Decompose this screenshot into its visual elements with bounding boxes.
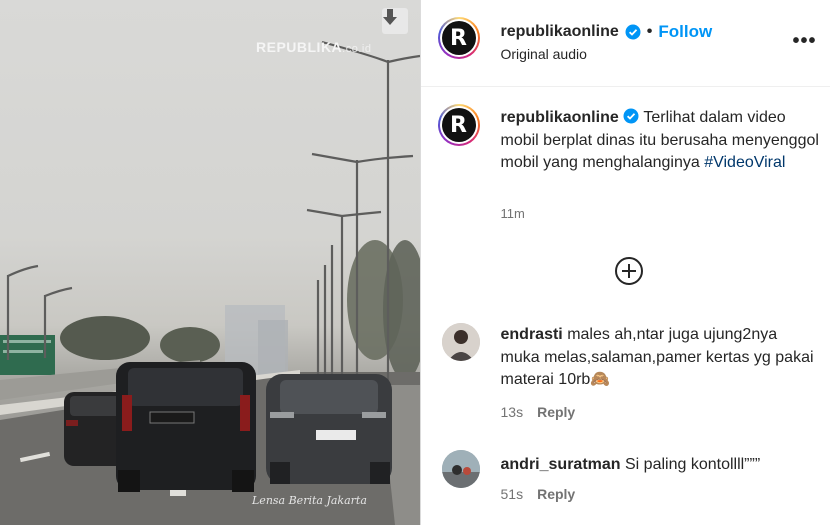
load-more-comments-button[interactable] xyxy=(614,256,644,291)
video-frame xyxy=(0,40,420,525)
download-button[interactable] xyxy=(382,8,408,34)
avatar-letter: R xyxy=(441,21,476,55)
watermark-domain: .co.id xyxy=(342,43,372,55)
caption-timestamp: 11m xyxy=(500,206,525,221)
follow-button[interactable]: Follow xyxy=(658,22,712,42)
reply-button[interactable]: Reply xyxy=(537,404,575,420)
plus-circle-icon xyxy=(614,257,643,285)
comment-timestamp: 13s xyxy=(500,404,524,420)
person-photo-icon xyxy=(441,450,480,488)
download-arrow-icon xyxy=(383,9,397,25)
comment-timestamp: 51s xyxy=(500,486,524,502)
video-watermark: REPUBLIKA.co.id xyxy=(256,39,371,55)
hashtag-link[interactable]: #VideoViral xyxy=(704,154,785,171)
post-sidebar: R republikaonline • Follow Original audi… xyxy=(419,0,830,525)
audio-link[interactable]: Original audio xyxy=(501,46,587,62)
caption-username[interactable]: republikaonline xyxy=(501,109,619,126)
commenter-avatar[interactable] xyxy=(441,450,480,488)
comment-username[interactable]: endrasti xyxy=(501,326,563,343)
more-options-icon[interactable]: ••• xyxy=(793,30,817,53)
comment-text-block: andri_suratman Si paling kontollll””” xyxy=(501,454,821,477)
caption-avatar[interactable]: R xyxy=(437,104,480,146)
comment-text-block: endrasti males ah,ntar juga ujung2nya mu… xyxy=(501,324,821,392)
header-divider xyxy=(420,86,830,87)
commenter-avatar[interactable] xyxy=(441,323,480,361)
watermark-brand: REPUBLIKA xyxy=(256,39,343,55)
avatar-letter: R xyxy=(441,108,476,142)
comment-meta: 13s Reply xyxy=(501,404,576,420)
video-player[interactable]: REPUBLIKA.co.id Lensa Berita Jakarta xyxy=(0,0,420,525)
person-photo-icon xyxy=(441,323,480,361)
comment-meta: 51s Reply xyxy=(501,486,576,502)
author-avatar[interactable]: R xyxy=(437,17,480,59)
separator-dot: • xyxy=(646,23,653,40)
video-credit: Lensa Berita Jakarta xyxy=(252,494,367,507)
post-header: republikaonline • Follow xyxy=(501,22,713,42)
verified-badge-icon xyxy=(625,24,641,40)
comment-text: Si paling kontollll””” xyxy=(625,456,761,473)
verified-badge-icon xyxy=(623,108,639,124)
post-caption: republikaonline Terlihat dalam video mob… xyxy=(501,107,821,175)
comment-username[interactable]: andri_suratman xyxy=(501,456,621,473)
reply-button[interactable]: Reply xyxy=(537,486,575,502)
author-username[interactable]: republikaonline xyxy=(501,23,619,41)
